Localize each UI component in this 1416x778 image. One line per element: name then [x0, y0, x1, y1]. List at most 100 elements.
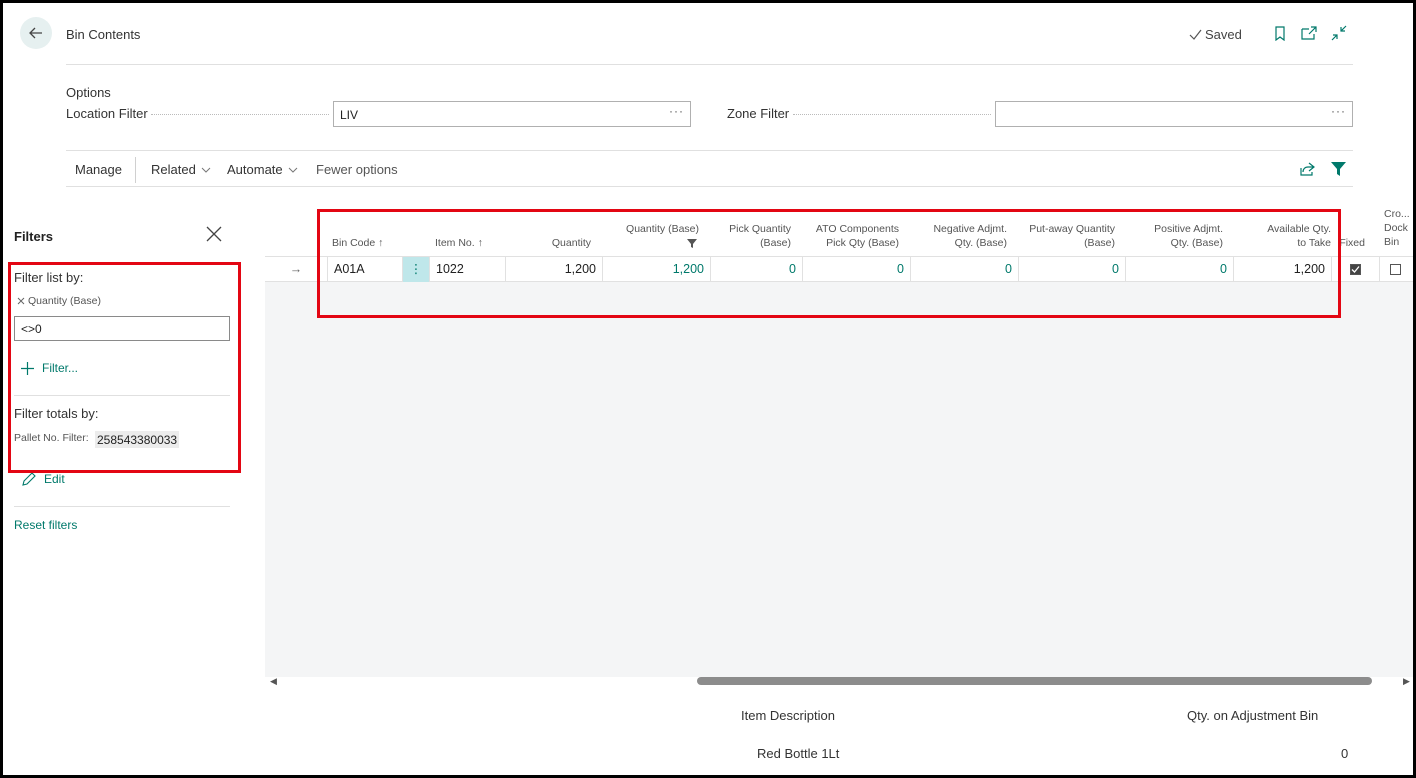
grid-header-row: Bin Code ↑ Item No. ↑ Quantity Quantity … — [265, 203, 1413, 257]
pallet-filter-value[interactable]: 258543380033 — [95, 431, 180, 448]
col-fixed[interactable]: Fixed — [1339, 236, 1365, 250]
col-neg-line1: Negative Adjmt. — [933, 223, 1007, 235]
col-ato-line1: ATO Components — [815, 223, 899, 235]
remove-filter-icon[interactable] — [17, 297, 25, 305]
qty-adjustment-bin-value[interactable]: 0 — [1341, 746, 1348, 761]
col-pick-quantity-base[interactable]: Pick Quantity (Base) — [705, 222, 791, 250]
automate-label: Automate — [227, 162, 283, 177]
sort-ascending-icon: ↑ — [477, 237, 483, 249]
col-negative-adjmt-qty[interactable]: Negative Adjmt. Qty. (Base) — [907, 222, 1007, 250]
col-put-away-quantity[interactable]: Put-away Quantity (Base) — [1015, 222, 1115, 250]
pallet-filter-label: Pallet No. Filter: — [14, 432, 89, 444]
chevron-down-icon — [288, 167, 298, 173]
share-icon[interactable] — [1299, 160, 1317, 178]
collapse-icon[interactable] — [1330, 24, 1348, 42]
row-selector-arrow-icon[interactable]: → — [265, 257, 327, 282]
cell-available-qty: 1,200 — [1234, 257, 1332, 282]
col-quantity-base-label: Quantity (Base) — [626, 223, 699, 235]
fewer-options-button[interactable]: Fewer options — [316, 162, 398, 177]
filter-section-divider — [14, 395, 230, 396]
header-divider — [66, 64, 1353, 65]
location-filter-label: Location Filter — [66, 106, 148, 121]
col-ato-components-pick-qty[interactable]: ATO Components Pick Qty (Base) — [799, 222, 899, 250]
col-cross-line1: Cro... — [1384, 208, 1410, 220]
col-put-line2: (Base) — [1084, 237, 1115, 249]
col-pos-line1: Positive Adjmt. — [1154, 223, 1223, 235]
scroll-left-icon[interactable]: ◀ — [270, 676, 277, 687]
edit-label: Edit — [44, 472, 65, 486]
col-cross-line3: Bin — [1384, 236, 1400, 248]
col-cross-dock-bin[interactable]: Cro... Dock Bin — [1384, 207, 1410, 249]
checkmark-icon — [1189, 29, 1202, 40]
col-quantity-base[interactable]: Quantity (Base) — [603, 222, 699, 252]
page-frame: Bin Contents Saved Options Location Filt… — [3, 3, 1413, 775]
fixed-checkbox[interactable] — [1350, 264, 1361, 275]
cell-negative-adj-qty[interactable]: 0 — [911, 257, 1019, 282]
col-put-line1: Put-away Quantity — [1029, 223, 1115, 235]
back-button[interactable] — [20, 17, 52, 49]
quantity-base-filter-input[interactable]: <>0 — [14, 316, 230, 341]
filter-chip-quantity-base: Quantity (Base) — [17, 295, 101, 307]
zone-filter-label: Zone Filter — [727, 106, 790, 121]
reset-divider — [14, 506, 230, 507]
manage-menu[interactable]: Manage — [75, 162, 122, 177]
col-quantity[interactable]: Quantity — [507, 236, 591, 250]
location-filter-lookup-button[interactable]: ··· — [669, 104, 684, 118]
cell-quantity-base[interactable]: 1,200 — [603, 257, 711, 282]
add-filter-label: Filter... — [42, 361, 79, 375]
open-new-window-icon[interactable] — [1300, 24, 1318, 42]
edit-filter-link[interactable]: Edit — [22, 472, 65, 486]
options-title: Options — [66, 85, 111, 100]
manage-label: Manage — [75, 162, 122, 177]
cell-cross-dock — [1380, 257, 1413, 282]
horizontal-scrollbar[interactable] — [697, 677, 1372, 685]
location-filter-value: LIV — [340, 108, 359, 122]
bookmark-icon[interactable] — [1271, 24, 1289, 42]
col-pick-quantity-base-line2: (Base) — [760, 237, 791, 249]
close-filters-icon[interactable] — [206, 226, 224, 244]
item-description-label: Item Description — [741, 708, 835, 723]
reset-filters-link[interactable]: Reset filters — [14, 518, 77, 532]
add-filter-link[interactable]: Filter... — [21, 361, 78, 375]
col-available-qty-to-take[interactable]: Available Qty. to Take — [1231, 222, 1331, 250]
column-filter-icon — [687, 239, 697, 248]
related-label: Related — [151, 162, 196, 177]
zone-filter-lookup-button[interactable]: ··· — [1331, 104, 1346, 118]
row-actions-menu-icon[interactable]: ⋮ — [403, 257, 430, 282]
cell-fixed — [1332, 257, 1380, 282]
col-bin-code[interactable]: Bin Code ↑ — [332, 236, 383, 250]
table-row[interactable]: → A01A ⋮ 1022 1,200 1,200 0 0 0 0 0 1,20… — [265, 257, 1413, 282]
cell-pick-quantity[interactable]: 0 — [711, 257, 803, 282]
zone-filter-input[interactable]: ··· — [995, 101, 1353, 127]
filter-pane-toggle-icon[interactable] — [1329, 160, 1347, 178]
cell-positive-adj-qty[interactable]: 0 — [1126, 257, 1234, 282]
scroll-right-icon[interactable]: ▶ — [1403, 676, 1410, 687]
chevron-down-icon — [201, 167, 211, 173]
related-menu[interactable]: Related — [151, 162, 211, 177]
col-avail-line2: to Take — [1297, 237, 1331, 249]
col-ato-line2: Pick Qty (Base) — [826, 237, 899, 249]
cell-put-away-qty[interactable]: 0 — [1019, 257, 1126, 282]
col-positive-adjmt-qty[interactable]: Positive Adjmt. Qty. (Base) — [1123, 222, 1223, 250]
filter-list-by-label: Filter list by: — [14, 270, 84, 285]
filter-totals-by-label: Filter totals by: — [14, 406, 99, 421]
filter-chip-label: Quantity (Base) — [28, 295, 101, 307]
automate-menu[interactable]: Automate — [227, 162, 298, 177]
cell-item-no[interactable]: 1022 — [430, 257, 506, 282]
item-description-value: Red Bottle 1Lt — [757, 746, 840, 761]
cell-bin-code[interactable]: A01A — [327, 257, 403, 282]
cell-ato-pick-qty[interactable]: 0 — [803, 257, 911, 282]
zone-filter-leader — [793, 114, 991, 115]
col-bin-code-label: Bin Code — [332, 237, 376, 249]
cross-dock-checkbox[interactable] — [1390, 264, 1401, 275]
col-cross-line2: Dock — [1384, 222, 1408, 234]
page-title: Bin Contents — [66, 27, 141, 42]
col-item-no[interactable]: Item No. ↑ — [435, 236, 483, 250]
col-pick-quantity-base-line1: Pick Quantity — [729, 223, 791, 235]
plus-icon — [21, 361, 34, 375]
col-pos-line2: Qty. (Base) — [1170, 237, 1223, 249]
location-filter-input[interactable]: LIV ··· — [333, 101, 691, 127]
col-avail-line1: Available Qty. — [1267, 223, 1331, 235]
cell-quantity: 1,200 — [506, 257, 603, 282]
col-item-no-label: Item No. — [435, 237, 475, 249]
